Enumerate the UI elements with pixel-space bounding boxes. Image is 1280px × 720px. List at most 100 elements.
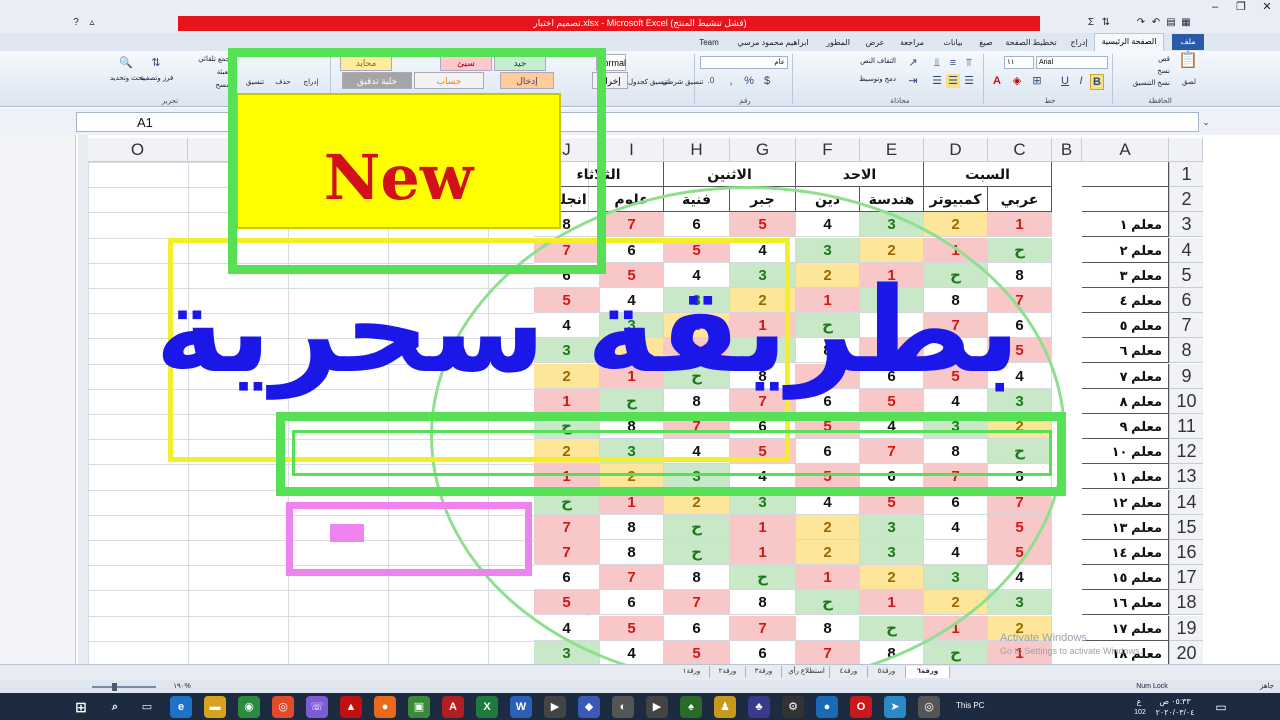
teacher-name[interactable]: معلم ٥ <box>1082 313 1169 339</box>
app-icon[interactable]: ▣ <box>408 696 430 718</box>
row-header-18[interactable]: 18 <box>1169 590 1203 616</box>
day-header[interactable]: الاحد <box>796 162 924 187</box>
teacher-name[interactable]: معلم ١٢ <box>1082 489 1169 515</box>
day-header[interactable]: السبت <box>924 162 1052 187</box>
sheet-tab[interactable]: ورقة٥ <box>868 666 906 678</box>
app10-icon[interactable]: ◎ <box>918 696 940 718</box>
column-header-H[interactable]: H <box>664 138 730 162</box>
column-header-F[interactable]: F <box>796 138 860 162</box>
app4-icon[interactable]: ▶ <box>646 696 668 718</box>
row-header-4[interactable]: 4 <box>1169 237 1203 263</box>
sheet-tab[interactable]: ورقة٣ <box>746 666 782 678</box>
sort-filter-icon[interactable]: ⇅ <box>148 56 164 70</box>
task-view-icon[interactable]: ▭ <box>136 696 158 718</box>
sheet-tab[interactable]: ورقة١ <box>674 666 710 678</box>
app3-icon[interactable]: ◐ <box>612 696 634 718</box>
teacher-name[interactable]: معلم ٦ <box>1082 338 1169 364</box>
sheet-tab[interactable]: ورقة٢ <box>710 666 746 678</box>
chrome-icon[interactable]: ◎ <box>272 696 294 718</box>
currency-icon[interactable]: $ <box>760 74 774 88</box>
align-right-icon[interactable]: ☰ <box>962 74 976 88</box>
clear-button[interactable]: مسح <box>186 81 230 91</box>
teacher-name[interactable]: معلم ١١ <box>1082 464 1169 490</box>
row-header-14[interactable]: 14 <box>1169 489 1203 515</box>
zoom-slider-thumb[interactable] <box>112 683 117 691</box>
file-explorer-icon[interactable]: ▬ <box>204 696 226 718</box>
row-header-16[interactable]: 16 <box>1169 540 1203 565</box>
teacher-name[interactable]: معلم ٤ <box>1082 288 1169 313</box>
clock-date[interactable]: ٢٠٢٠/٠٣/٠٤ <box>1150 708 1200 718</box>
sheet-tab[interactable]: ورقة٤ <box>830 666 868 678</box>
row-header-5[interactable]: 5 <box>1169 262 1203 288</box>
bold-icon[interactable]: B <box>1090 74 1104 90</box>
increase-decimal-icon[interactable]: .0 <box>704 74 718 88</box>
tab-review[interactable]: مراجعة <box>892 36 932 49</box>
teacher-name[interactable]: معلم ١٦ <box>1082 590 1169 616</box>
this-pc-label[interactable]: This PC <box>956 701 986 711</box>
column-header-B[interactable]: B <box>1052 138 1082 162</box>
teacher-name[interactable]: معلم ١٥ <box>1082 565 1169 591</box>
app2-icon[interactable]: ◆ <box>578 696 600 718</box>
teacher-name[interactable]: معلم ١٤ <box>1082 540 1169 565</box>
taskbar-app-icon[interactable]: ◉ <box>238 696 260 718</box>
redo-icon[interactable]: ↷ <box>1135 16 1147 29</box>
schedule-cell[interactable]: 3 <box>988 590 1052 616</box>
minimize-ribbon-icon[interactable]: ▵ <box>86 16 98 29</box>
font-name-box[interactable]: Arial <box>1036 56 1108 69</box>
access-icon[interactable]: A <box>442 696 464 718</box>
find-select-button[interactable]: بحث وتحديد <box>110 74 144 84</box>
align-left-icon[interactable]: ☰ <box>930 74 944 88</box>
teacher-name[interactable]: معلم ٨ <box>1082 388 1169 414</box>
row-header-3[interactable]: 3 <box>1169 212 1203 238</box>
orientation-icon[interactable]: ↗ <box>906 56 920 70</box>
row-header-15[interactable]: 15 <box>1169 514 1203 540</box>
paste-icon[interactable]: 📋 <box>1178 53 1198 78</box>
firefox-icon[interactable]: ● <box>374 696 396 718</box>
edge-icon[interactable]: e <box>170 696 192 718</box>
windows-start-icon[interactable]: ⊞ <box>70 696 92 718</box>
column-header-D[interactable]: D <box>924 138 988 162</box>
column-header-C[interactable]: C <box>988 138 1052 162</box>
format-painter-button[interactable]: نسخ التنسيق <box>1115 79 1170 89</box>
app7-icon[interactable]: ♣ <box>748 696 770 718</box>
font-color-icon[interactable]: A <box>990 74 1004 88</box>
teacher-name[interactable]: معلم ٩ <box>1082 414 1169 439</box>
copy-button[interactable]: نسخ <box>1140 67 1170 77</box>
vertical-scrollbar[interactable] <box>78 135 88 680</box>
select-all-corner[interactable] <box>1169 138 1203 162</box>
teacher-name[interactable]: معلم ١٧ <box>1082 615 1169 641</box>
day-header[interactable]: الاثنين <box>664 162 796 187</box>
subject-header[interactable]: عربي <box>988 187 1052 213</box>
format-as-table-button[interactable]: تنسيق كجدول <box>628 78 668 88</box>
blank-cell[interactable] <box>1082 187 1169 213</box>
underline-icon[interactable]: U <box>1058 74 1072 88</box>
search-icon[interactable]: ⌕ <box>104 696 126 718</box>
row-header-8[interactable]: 8 <box>1169 338 1203 364</box>
wrap-text-button[interactable]: التفاف النص <box>840 57 896 67</box>
autosum-button[interactable]: جمع تلقائي <box>186 55 230 65</box>
language-indicator[interactable]: ع <box>1132 697 1146 707</box>
media-icon[interactable]: ▶ <box>544 696 566 718</box>
align-bottom-icon[interactable]: ⫫ <box>930 56 944 70</box>
column-header-O[interactable]: O <box>88 138 188 162</box>
align-middle-icon[interactable]: ≡ <box>946 56 960 70</box>
indent-icon[interactable]: ⇥ <box>906 74 920 88</box>
number-format-box[interactable]: عام <box>700 56 788 69</box>
expand-formula-icon[interactable]: ⌄ <box>1200 112 1212 132</box>
align-center-icon[interactable]: ☰ <box>946 74 960 88</box>
viber-icon[interactable]: ☏ <box>306 696 328 718</box>
help-icon[interactable]: ? <box>70 16 82 29</box>
row-header-11[interactable]: 11 <box>1169 414 1203 439</box>
opera-icon[interactable]: O <box>850 696 872 718</box>
align-top-icon[interactable]: ⫪ <box>962 56 976 70</box>
teacher-name[interactable]: معلم ٢ <box>1082 237 1169 263</box>
row-header-13[interactable]: 13 <box>1169 464 1203 490</box>
notifications-icon[interactable]: ▭ <box>1210 696 1232 718</box>
row-header-1[interactable]: 1 <box>1169 162 1203 187</box>
column-header-I[interactable]: I <box>600 138 664 162</box>
zoom-slider[interactable] <box>92 686 156 688</box>
sort-icon[interactable]: ⇅ <box>1100 16 1112 29</box>
close-button[interactable]: ✕ <box>1254 0 1280 15</box>
row-header-2[interactable]: 2 <box>1169 187 1203 213</box>
column-header-G[interactable]: G <box>730 138 796 162</box>
